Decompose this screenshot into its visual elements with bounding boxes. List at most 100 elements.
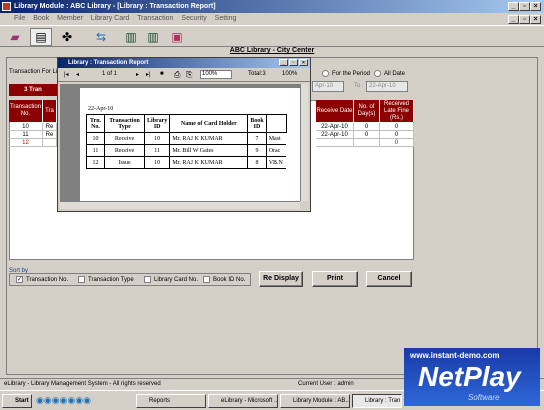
report-cell: VB.N [265, 156, 287, 169]
cell-trn-no[interactable]: 10 [9, 123, 43, 131]
menu-setting[interactable]: Setting [215, 15, 237, 22]
to-date-field[interactable]: 22-Apr-10 [366, 81, 408, 92]
cell-receive-date[interactable]: 22-Apr-10 [316, 131, 354, 139]
cell-fine[interactable]: 0 [380, 139, 414, 147]
checkbox-checked-icon: ✓ [16, 276, 23, 283]
report-cell: 12 [86, 156, 105, 169]
from-date-field[interactable]: Apr-10 [312, 81, 344, 92]
watermark-url: www.instant-demo.com [410, 351, 500, 360]
report-cell: Receive [104, 144, 145, 157]
book-icon[interactable]: ▰ [4, 28, 26, 46]
report-title-bar: Library : Transaction Report _ ▫ × [58, 58, 310, 68]
report-title: Library : Transaction Report [68, 60, 149, 66]
menu-bar: File Book Member Library Card Transactio… [0, 13, 544, 24]
menu-transaction[interactable]: Transaction [137, 15, 173, 22]
cell-fine[interactable]: 0 [380, 131, 414, 139]
report-preview: 22-Apr-10 Trn. No. Transaction Type Libr… [60, 84, 300, 201]
filter-label: Transaction For Lib [9, 69, 61, 75]
cell-receive-date[interactable]: 22-Apr-10 [316, 123, 354, 131]
sort-option-label: Library Card No. [154, 276, 199, 283]
grid-header-trn-no: Transaction No. [9, 100, 43, 122]
first-page-icon[interactable]: |◂ [64, 71, 69, 78]
all-date-label: All Date [384, 70, 406, 77]
child-restore-button[interactable]: ▫ [519, 15, 530, 24]
report-toolbar: |◂ ◂ 1 of 1 ▸ ▸| ■ ⎙ ⎘ 100% Total:3 100% [58, 68, 310, 82]
menu-book[interactable]: Book [33, 15, 49, 22]
bookshelf-icon[interactable]: ▥ [120, 28, 142, 46]
redisplay-button[interactable]: Re Display [259, 271, 303, 287]
report-minimize-button[interactable]: _ [279, 59, 288, 66]
cell-type[interactable] [43, 139, 57, 147]
report-total: Total:3 [248, 71, 266, 77]
maximize-button[interactable]: ▫ [519, 2, 530, 11]
start-button[interactable]: Start [2, 394, 32, 408]
for-period-label: For the Period [332, 70, 371, 77]
cell-days[interactable] [354, 139, 380, 147]
menu-security[interactable]: Security [181, 15, 206, 22]
print-button[interactable]: Print [312, 271, 358, 287]
report-col-type: Transaction Type [104, 114, 145, 133]
report-date: 22-Apr-10 [88, 106, 114, 112]
transaction-count-tab[interactable]: 3 Tran [9, 84, 57, 96]
sort-transaction-no-checkbox[interactable]: ✓ Transaction No. [16, 276, 68, 283]
cell-receive-date[interactable] [316, 139, 354, 147]
taskbar-library-module[interactable]: Library Module : AB... [280, 394, 350, 408]
radio-icon [322, 70, 329, 77]
stop-icon[interactable]: ■ [160, 71, 164, 77]
printer-icon[interactable]: ⎙ [174, 70, 180, 80]
zoom-select[interactable]: 100% [200, 70, 232, 79]
quick-launch-icons[interactable]: ◉◉◉◉◉◉◉ [36, 394, 132, 408]
last-page-icon[interactable]: ▸| [146, 71, 151, 78]
taskbar-transaction-report[interactable]: Library : Tran [352, 394, 402, 408]
child-minimize-button[interactable]: _ [508, 15, 519, 24]
reports-icon[interactable]: ▣ [166, 28, 188, 46]
report-col-holder-name: Name of Card Holder [169, 114, 249, 133]
menu-library-card[interactable]: Library Card [91, 15, 130, 22]
report-vertical-scrollbar[interactable] [300, 84, 308, 201]
report-table: Trn. No. Transaction Type Library ID Nam… [86, 114, 287, 169]
cell-days[interactable]: 0 [354, 123, 380, 131]
cell-fine[interactable]: 0 [380, 123, 414, 131]
cell-trn-no[interactable]: 12 [9, 139, 43, 147]
minimize-button[interactable]: _ [508, 2, 519, 11]
menu-file[interactable]: File [14, 15, 25, 22]
cell-days[interactable]: 0 [354, 131, 380, 139]
report-cell: Mr. Bill W Gates [169, 144, 249, 157]
status-text: eLibrary - Library Management System - A… [4, 381, 161, 387]
report-horizontal-scrollbar[interactable] [60, 201, 300, 209]
sort-book-id-checkbox[interactable]: Book ID No. [203, 276, 245, 283]
child-close-button[interactable]: × [530, 15, 541, 24]
app-title-bar: Library Module : ABC Library - [Library … [0, 0, 544, 13]
sort-transaction-type-checkbox[interactable]: Transaction Type [78, 276, 134, 283]
members-icon[interactable]: ✤ [56, 28, 78, 46]
report-cell: Receive [104, 132, 145, 145]
report-row: 12 Issue 10 Mr. RAJ K KUMAR 8 VB.N [86, 156, 287, 169]
close-button[interactable]: × [530, 2, 541, 11]
taskbar-reports[interactable]: Reports [136, 394, 206, 408]
report-maximize-button[interactable]: ▫ [289, 59, 298, 66]
transaction-icon[interactable]: ⇆ [90, 28, 112, 46]
taskbar-elibrary[interactable]: eLibrary - Microsoft ... [208, 394, 278, 408]
menu-member[interactable]: Member [57, 15, 83, 22]
sort-library-card-checkbox[interactable]: Library Card No. [144, 276, 198, 283]
report-cell: 8 [247, 156, 267, 169]
report-cell: Mr. RAJ K KUMAR [169, 156, 249, 169]
sort-option-label: Transaction No. [26, 276, 69, 283]
card-icon[interactable]: ▤ [30, 28, 52, 46]
for-period-radio[interactable]: For the Period [322, 70, 370, 77]
next-page-icon[interactable]: ▸ [136, 71, 139, 78]
app-icon [2, 2, 11, 11]
cancel-button[interactable]: Cancel [366, 271, 412, 287]
all-date-radio[interactable]: All Date [374, 70, 405, 77]
report-window: Library : Transaction Report _ ▫ × |◂ ◂ … [57, 57, 311, 212]
grid-header-receive-date: Receive Date [316, 100, 354, 122]
cell-type[interactable]: Re [43, 123, 57, 131]
report-close-button[interactable]: × [299, 59, 308, 66]
books-icon[interactable]: ▥ [142, 28, 164, 46]
cell-trn-no[interactable]: 11 [9, 131, 43, 139]
report-cell: Mast [265, 132, 287, 145]
cell-type[interactable]: Re [43, 131, 57, 139]
prev-page-icon[interactable]: ◂ [76, 71, 79, 78]
export-icon[interactable]: ⎘ [186, 70, 192, 80]
report-cell: 10 [86, 132, 105, 145]
